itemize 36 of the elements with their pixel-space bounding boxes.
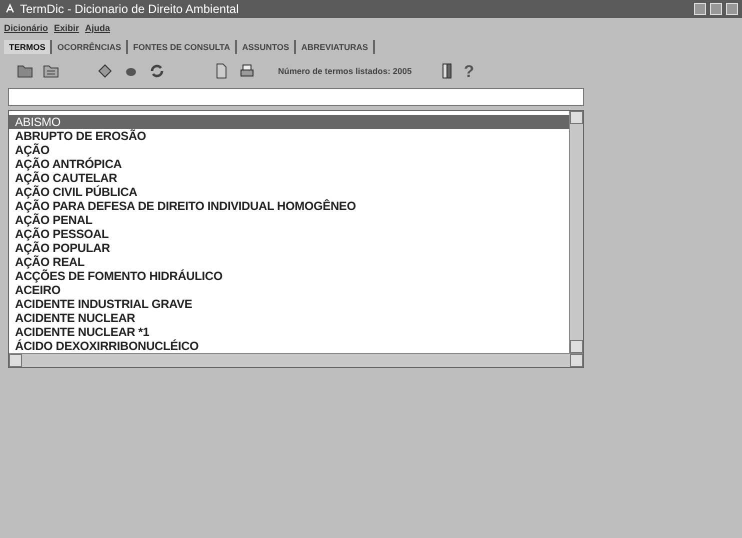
vertical-scrollbar[interactable] [569,111,583,354]
list-item[interactable]: ÁCIDO DEXOXIRRIBONUCLÉICO [9,339,569,354]
window-title: TermDic - Dicionario de Direito Ambiental [20,1,240,18]
list-item[interactable]: ACEIRO [9,283,569,298]
scroll-right-button[interactable] [570,354,583,368]
list-item[interactable]: ACIDENTE NUCLEAR *1 [9,325,569,340]
list-item[interactable]: AÇÃO [9,143,569,158]
tab[interactable]: FONTES DE CONSULTA [128,40,238,54]
help-button[interactable]: ? [464,62,474,80]
tab[interactable]: ABREVIATURAS [296,40,376,54]
list-item[interactable]: AÇÃO PESSOAL [9,227,569,242]
list-item[interactable]: AÇÃO PARA DEFESA DE DIREITO INDIVIDUAL HOMOGÊNEO [9,199,569,214]
menu-item[interactable]: Exibir [54,22,80,36]
menu-item[interactable]: Dicionário [4,22,48,36]
list-item[interactable]: ACIDENTE INDUSTRIAL GRAVE [9,297,569,312]
list-item[interactable]: ABISMO [9,115,569,130]
search-field[interactable] [8,88,584,106]
list-item[interactable]: AÇÃO CAUTELAR [9,171,569,186]
count-label: Número de termos listados: 2005 [278,64,412,78]
list-item[interactable]: ACIDENTE NUCLEAR [9,311,569,326]
list-item[interactable]: ACÇÕES DE FOMENTO HIDRÁULICO [9,269,569,284]
list-item[interactable]: AÇÃO ANTRÓPICA [9,157,569,172]
scroll-up-button[interactable] [570,111,583,124]
app-icon [4,3,16,15]
list-item[interactable]: AÇÃO CIVIL PÚBLICA [9,185,569,200]
list-item[interactable]: AÇÃO POPULAR [9,241,569,256]
horizontal-scrollbar[interactable] [9,353,583,368]
menu-item[interactable]: Ajuda [85,22,110,36]
tab[interactable]: TERMOS [4,40,52,54]
list-item[interactable]: ABRUPTO DE EROSÃO [9,129,569,144]
tab[interactable]: ASSUNTOS [237,40,296,54]
list-item[interactable]: AÇÃO PENAL [9,213,569,228]
tab[interactable]: OCORRÊNCIAS [52,40,128,54]
scroll-down-button[interactable] [570,340,583,354]
list-item[interactable]: AÇÃO REAL [9,255,569,270]
scroll-left-button[interactable] [9,354,22,368]
